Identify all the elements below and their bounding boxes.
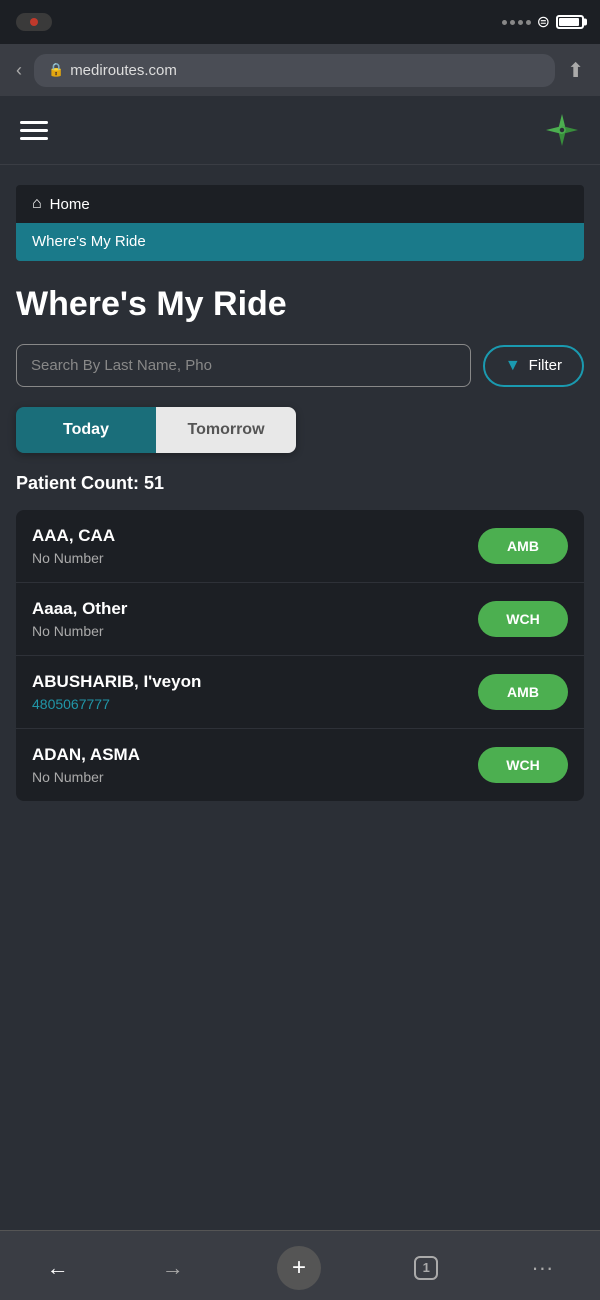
browser-back-icon: ‹ — [16, 60, 22, 81]
breadcrumb: ⌂ Home Where's My Ride — [16, 185, 584, 261]
url-bar[interactable]: 🔒 mediroutes.com — [34, 54, 555, 87]
patient-name: Aaaa, Other — [32, 599, 127, 619]
patient-number: No Number — [32, 550, 115, 566]
add-button[interactable]: + — [277, 1246, 321, 1290]
compass-icon — [544, 112, 580, 148]
filter-label: Filter — [529, 357, 562, 374]
signal-dot — [510, 20, 515, 25]
page-title: Where's My Ride — [16, 285, 584, 324]
breadcrumb-active: Where's My Ride — [16, 223, 584, 261]
patient-row[interactable]: AAA, CAA No Number AMB — [16, 510, 584, 583]
filter-icon: ▼ — [505, 357, 521, 375]
ride-badge: AMB — [478, 674, 568, 710]
patient-name: ADAN, ASMA — [32, 745, 140, 765]
lock-icon: 🔒 — [48, 62, 64, 78]
status-left — [16, 13, 52, 31]
day-tabs: Today Tomorrow — [16, 407, 296, 453]
back-button[interactable]: ← — [47, 1255, 69, 1281]
browser-bar: ‹ 🔒 mediroutes.com ⬆︎ — [0, 44, 600, 96]
main-content: Where's My Ride ▼ Filter Today Tomorrow … — [0, 261, 600, 817]
tab-today[interactable]: Today — [16, 407, 156, 453]
url-text: mediroutes.com — [70, 62, 177, 79]
patient-row[interactable]: ABUSHARIB, I'veyon 4805067777 AMB — [16, 656, 584, 729]
patient-phone-link[interactable]: 4805067777 — [32, 696, 201, 712]
patient-name: ABUSHARIB, I'veyon — [32, 672, 201, 692]
breadcrumb-active-label: Where's My Ride — [32, 233, 146, 250]
patient-count: Patient Count: 51 — [16, 473, 584, 494]
search-input[interactable] — [16, 344, 471, 387]
patient-number: No Number — [32, 623, 127, 639]
home-icon: ⌂ — [32, 195, 42, 213]
signal-dot — [502, 20, 507, 25]
tab-tomorrow[interactable]: Tomorrow — [156, 407, 296, 453]
hamburger-menu[interactable] — [20, 121, 48, 140]
search-filter-row: ▼ Filter — [16, 344, 584, 387]
status-bar: ⊜ — [0, 0, 600, 44]
status-right: ⊜ — [502, 12, 584, 32]
bottom-nav: ← → + 1 ··· — [0, 1230, 600, 1300]
patient-list: AAA, CAA No Number AMB Aaaa, Other No Nu… — [16, 510, 584, 801]
signal-dots — [502, 20, 531, 25]
battery-icon — [556, 15, 584, 29]
patient-row[interactable]: Aaaa, Other No Number WCH — [16, 583, 584, 656]
nav-bar — [0, 96, 600, 165]
forward-button[interactable]: → — [162, 1255, 184, 1281]
ride-badge: AMB — [478, 528, 568, 564]
patient-row[interactable]: ADAN, ASMA No Number WCH — [16, 729, 584, 801]
breadcrumb-home[interactable]: ⌂ Home — [16, 185, 584, 223]
camera-pill — [16, 13, 52, 31]
ride-badge: WCH — [478, 601, 568, 637]
breadcrumb-home-label: Home — [50, 196, 90, 213]
patient-info: Aaaa, Other No Number — [32, 599, 127, 639]
ride-badge: WCH — [478, 747, 568, 783]
more-button[interactable]: ··· — [531, 1255, 553, 1281]
tab-count-badge[interactable]: 1 — [414, 1256, 438, 1280]
wifi-icon: ⊜ — [537, 12, 550, 32]
share-icon[interactable]: ⬆︎ — [567, 58, 584, 83]
patient-info: ADAN, ASMA No Number — [32, 745, 140, 785]
camera-dot — [30, 18, 38, 26]
patient-name: AAA, CAA — [32, 526, 115, 546]
signal-dot — [526, 20, 531, 25]
patient-info: ABUSHARIB, I'veyon 4805067777 — [32, 672, 201, 712]
signal-dot — [518, 20, 523, 25]
patient-number: No Number — [32, 769, 140, 785]
patient-info: AAA, CAA No Number — [32, 526, 115, 566]
filter-button[interactable]: ▼ Filter — [483, 345, 584, 387]
